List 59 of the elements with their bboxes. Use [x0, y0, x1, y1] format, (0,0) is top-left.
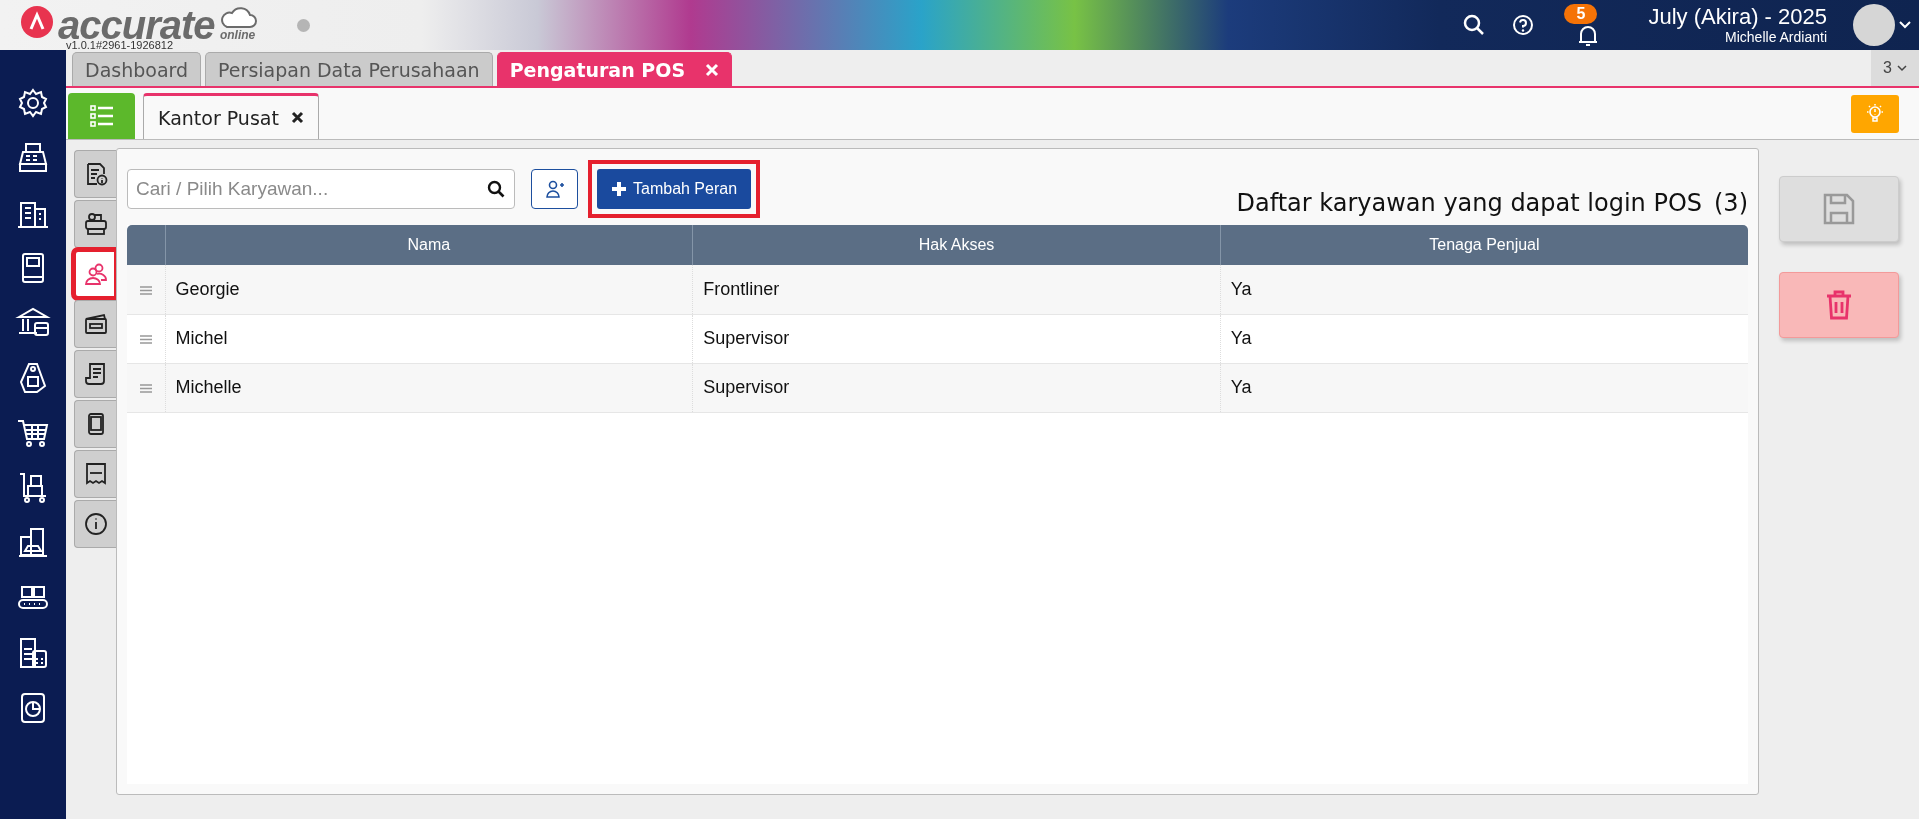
delete-button[interactable]	[1779, 272, 1899, 338]
table-cell: Supervisor	[692, 314, 1221, 363]
bell-icon[interactable]	[1577, 24, 1600, 48]
lightbulb-icon	[1865, 102, 1885, 125]
info-icon	[82, 511, 109, 537]
list-title: Daftar karyawan yang dapat login POS	[1236, 189, 1702, 217]
drag-handle-icon[interactable]	[139, 335, 152, 344]
printer-icon	[82, 211, 109, 237]
side-tab[interactable]	[74, 500, 116, 548]
list-count: (3)	[1714, 189, 1748, 217]
table-cell: Ya	[1220, 314, 1748, 363]
table-cell: Ya	[1220, 265, 1748, 314]
tab[interactable]: Pengaturan POS	[496, 52, 733, 86]
add-user-icon	[544, 180, 565, 198]
version-text: v1.0.1#2961-1926812	[66, 39, 174, 51]
logo-subtitle: online	[219, 29, 256, 41]
add-user-button[interactable]	[531, 169, 578, 209]
side-tab[interactable]	[74, 450, 116, 498]
side-tab[interactable]	[74, 400, 116, 448]
side-tab[interactable]	[74, 200, 116, 248]
drag-handle-icon[interactable]	[139, 285, 152, 295]
user-name: Michelle Ardianti	[1725, 29, 1827, 45]
sub-tab[interactable]: Kantor Pusat	[143, 93, 319, 139]
table-cell: Georgie	[165, 265, 693, 314]
table-cell: Supervisor	[692, 363, 1221, 412]
tab[interactable]: Persiapan Data Perusahaan	[205, 52, 493, 86]
column-header: Nama	[165, 225, 693, 265]
search-field[interactable]: Cari / Pilih Karyawan...	[127, 169, 515, 209]
table-cell: Michel	[165, 314, 693, 363]
table-cell: Michelle	[165, 363, 693, 412]
column-header: Hak Akses	[692, 225, 1221, 265]
drag-handle-icon[interactable]	[139, 384, 152, 393]
avatar[interactable]	[1853, 4, 1895, 46]
chevron-down-icon	[1896, 64, 1907, 72]
card-icon	[82, 311, 109, 337]
trash-icon	[1824, 289, 1854, 321]
side-tab[interactable]	[74, 300, 116, 348]
header-cell	[127, 225, 165, 265]
logo-icon	[20, 5, 54, 39]
help-icon[interactable]	[1512, 14, 1535, 36]
period-label: July (Akira) - 2025	[1648, 5, 1827, 29]
notification-badge: 5	[1564, 4, 1598, 24]
chevron-down-icon[interactable]	[1899, 21, 1911, 29]
side-tab[interactable]	[74, 150, 116, 198]
side-tab[interactable]	[74, 350, 116, 398]
list-icon	[89, 105, 114, 127]
search-icon[interactable]	[487, 180, 505, 198]
tab-count-dropdown[interactable]: 3	[1871, 50, 1919, 86]
cloud-icon	[218, 7, 257, 29]
plus-icon	[611, 181, 627, 197]
close-icon[interactable]	[290, 111, 304, 124]
table-cell: Frontliner	[692, 265, 1221, 314]
tab[interactable]: Dashboard	[72, 52, 202, 86]
status-dot	[296, 18, 310, 32]
add-role-button[interactable]: Tambah Peran	[597, 169, 752, 209]
table-cell: Ya	[1220, 363, 1748, 412]
column-header: Tenaga Penjual	[1220, 225, 1748, 265]
side-tab[interactable]	[74, 250, 116, 298]
people-icon	[82, 261, 109, 287]
